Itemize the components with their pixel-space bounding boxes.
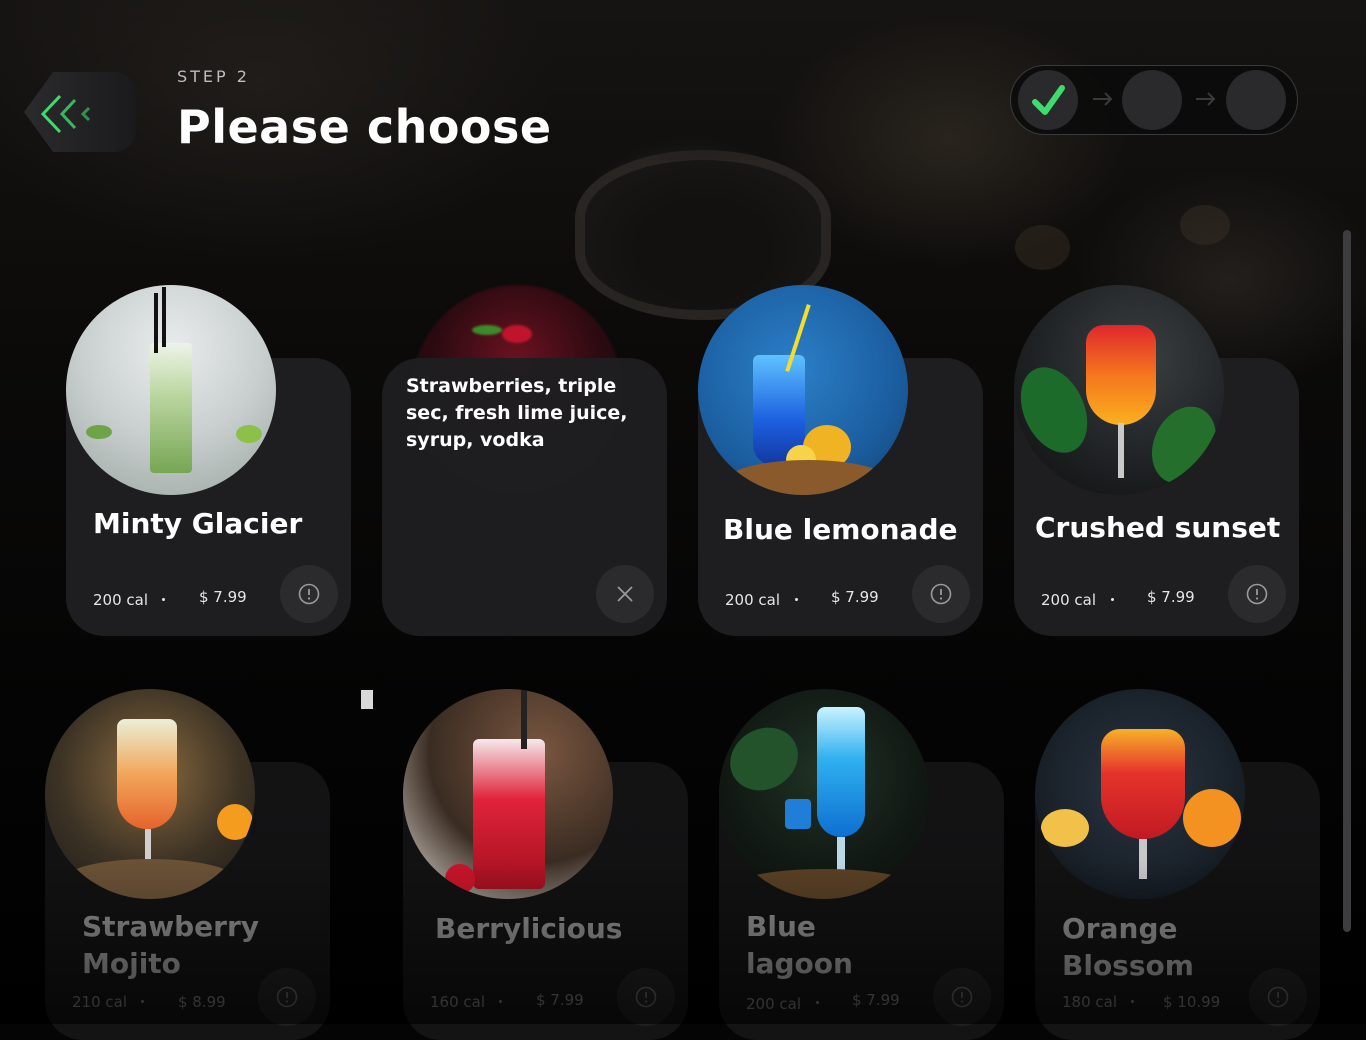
drink-name: Strawberry Mojito <box>82 910 260 980</box>
info-icon <box>635 986 657 1008</box>
drink-name: Orange Blossom <box>1062 912 1194 982</box>
drink-calories: 180 cal <box>1062 993 1118 1011</box>
info-button[interactable] <box>1249 968 1307 1026</box>
info-button[interactable] <box>280 565 338 623</box>
drink-photo-minty-glacier <box>66 285 276 495</box>
scrollbar[interactable] <box>1343 230 1351 932</box>
separator-dot <box>162 598 165 601</box>
close-icon <box>617 586 633 602</box>
info-icon <box>1246 583 1268 605</box>
drink-name: Minty Glacier <box>93 507 303 540</box>
separator-dot <box>499 1000 502 1003</box>
checkmark-icon <box>1032 85 1065 115</box>
step-label: STEP 2 <box>177 67 250 86</box>
separator-dot <box>1111 598 1114 601</box>
info-icon <box>276 986 298 1008</box>
drink-price: $ 7.99 <box>536 991 584 1009</box>
text-cursor <box>361 690 373 709</box>
drink-photo-crushed-sunset <box>1014 285 1224 495</box>
drink-calories: 160 cal <box>430 993 486 1011</box>
info-icon <box>298 583 320 605</box>
drink-calories: 200 cal <box>725 591 781 609</box>
drink-price: $ 7.99 <box>852 991 900 1009</box>
info-button[interactable] <box>617 968 675 1026</box>
drink-photo-orange-blossom <box>1035 689 1245 899</box>
separator-dot <box>816 1001 819 1004</box>
drink-photo-strawberry-mojito <box>45 689 255 899</box>
drink-name: Crushed sunset <box>1035 511 1281 544</box>
drink-photo-blue-lemonade <box>698 285 908 495</box>
drink-description: Strawberries, triple sec, fresh lime jui… <box>406 375 628 451</box>
info-icon <box>951 986 973 1008</box>
info-button[interactable] <box>258 968 316 1026</box>
drink-price: $ 7.99 <box>831 588 879 606</box>
close-button[interactable] <box>596 565 654 623</box>
arrow-right-icon <box>1093 92 1113 106</box>
drink-name: Blue lemonade <box>723 513 958 546</box>
step-2 <box>1122 70 1182 130</box>
background-nut <box>1180 205 1230 245</box>
info-button[interactable] <box>933 968 991 1026</box>
info-button[interactable] <box>1228 565 1286 623</box>
step-3 <box>1226 70 1286 130</box>
drink-price: $ 8.99 <box>178 993 226 1011</box>
drink-photo-blue-lagoon <box>719 689 929 899</box>
info-button[interactable] <box>912 565 970 623</box>
drink-calories: 200 cal <box>1041 591 1097 609</box>
separator-dot <box>141 1000 144 1003</box>
drink-price: $ 7.99 <box>199 588 247 606</box>
drink-calories: 210 cal <box>72 993 128 1011</box>
double-chevron-left-icon <box>40 94 91 134</box>
drink-calories: 200 cal <box>746 995 802 1013</box>
drink-price: $ 10.99 <box>1163 993 1221 1011</box>
progress-stepper <box>1010 65 1298 135</box>
arrow-right-icon <box>1196 92 1216 106</box>
drink-photo-berrylicious <box>403 689 613 899</box>
background-nut <box>1015 225 1070 270</box>
separator-dot <box>1131 1000 1134 1003</box>
drink-calories: 200 cal <box>93 591 149 609</box>
step-1-complete <box>1018 70 1078 130</box>
separator-dot <box>795 598 798 601</box>
page-title: Please choose <box>177 100 552 154</box>
info-icon <box>1267 986 1289 1008</box>
info-icon <box>930 583 952 605</box>
drink-name: Blue lagoon <box>746 910 853 980</box>
drink-price: $ 7.99 <box>1147 588 1195 606</box>
drink-name: Berrylicious <box>435 912 623 945</box>
